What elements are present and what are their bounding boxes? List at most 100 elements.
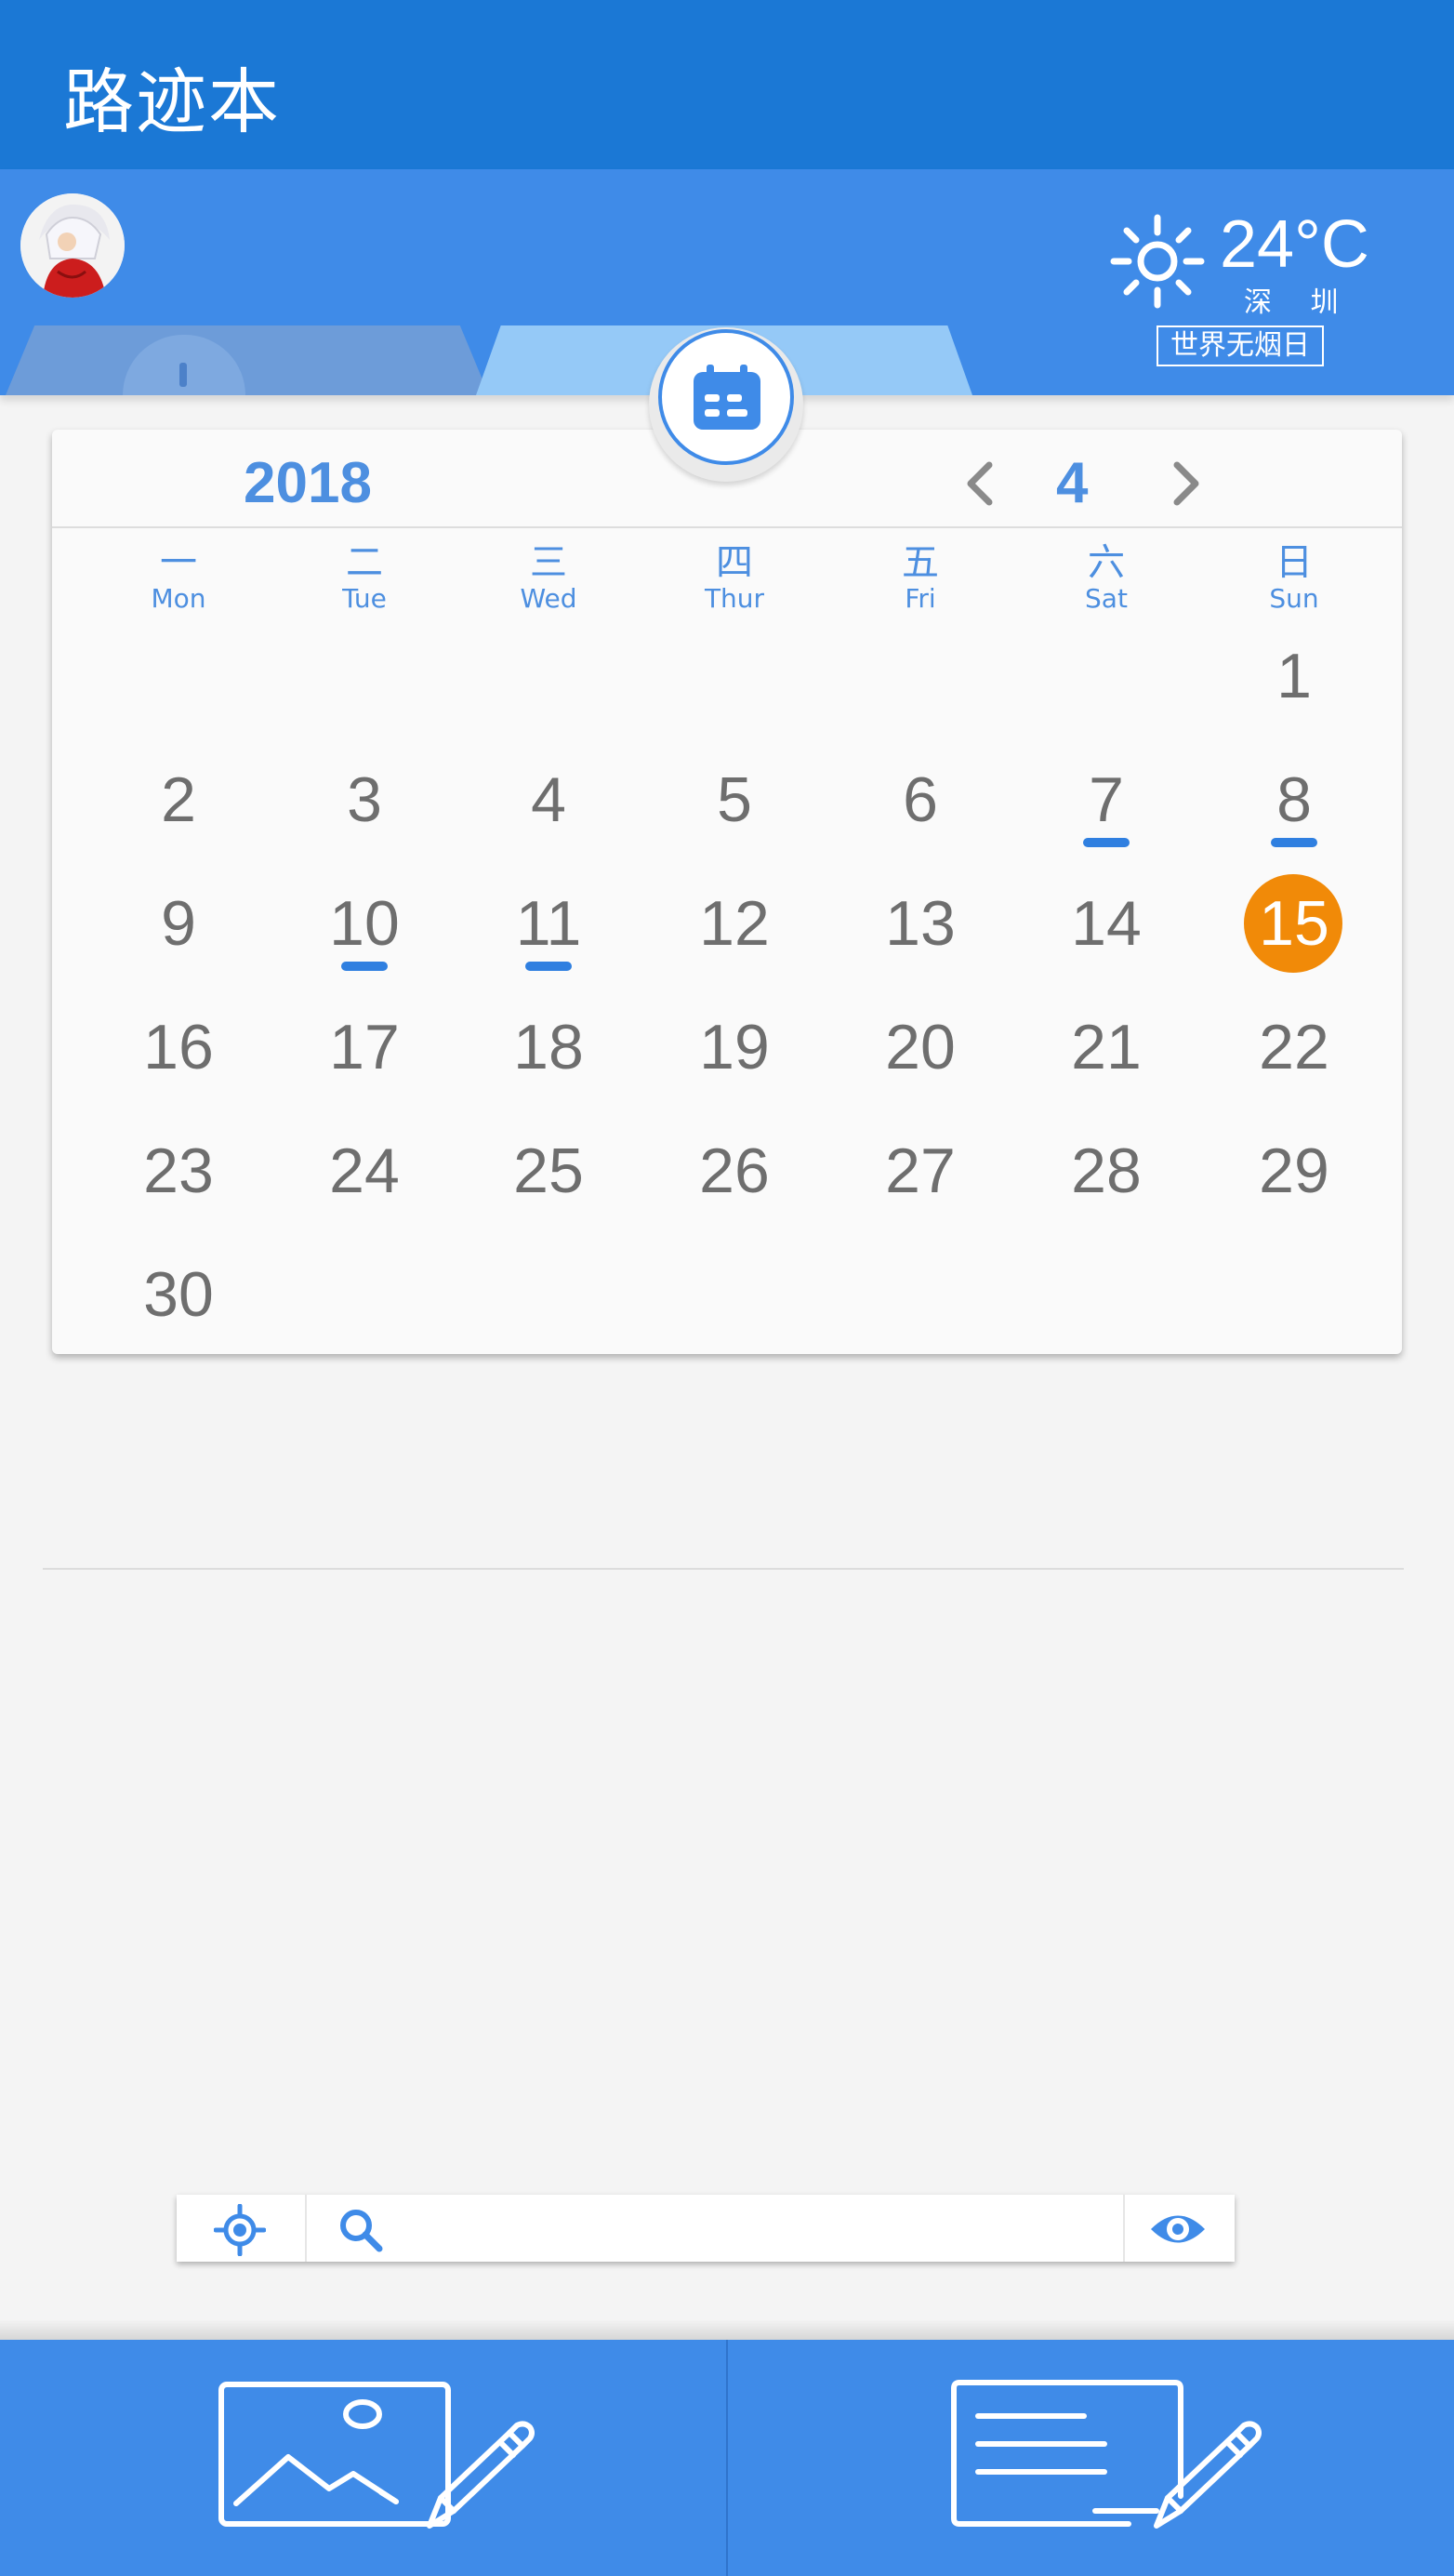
day-cell[interactable]: 14	[1041, 872, 1171, 975]
weekday-cn-label: 三	[530, 541, 567, 584]
day-cell[interactable]: 25	[483, 1120, 614, 1222]
day-cell[interactable]: 5	[669, 749, 800, 851]
weekday-en-label: Sat	[1085, 583, 1128, 614]
day-number: 22	[1259, 1012, 1329, 1082]
weekday-cn-label: 一	[160, 541, 197, 584]
day-cell[interactable]: 17	[299, 996, 430, 1098]
day-entry-marker	[1083, 838, 1130, 847]
weekday-cn-label: 五	[902, 541, 939, 584]
search-separator	[305, 2195, 307, 2262]
calendar-button[interactable]	[658, 329, 794, 465]
search-separator	[1123, 2195, 1125, 2262]
day-cell[interactable]: 4	[483, 749, 614, 851]
day-cell[interactable]: 16	[113, 996, 244, 1098]
weekday-en-label: Mon	[151, 583, 206, 614]
weekday-cn-label: 六	[1088, 541, 1125, 584]
day-cell[interactable]: 8	[1229, 749, 1359, 851]
day-cell[interactable]: 27	[855, 1120, 985, 1222]
year-label[interactable]: 2018	[244, 450, 372, 516]
day-number: 8	[1276, 764, 1312, 835]
day-cell[interactable]: 10	[299, 872, 430, 975]
day-cell[interactable]: 19	[669, 996, 800, 1098]
day-cell[interactable]: 24	[299, 1120, 430, 1222]
weekday-sun: 日 Sun	[1229, 541, 1359, 614]
day-number: 15	[1259, 888, 1329, 959]
bottom-bar-shadow	[0, 2319, 1454, 2340]
day-number: 7	[1089, 764, 1124, 835]
weekday-tue: 二 Tue	[299, 541, 430, 614]
event-badge: 世界无烟日	[1157, 325, 1324, 366]
chevron-left-icon[interactable]	[954, 456, 1010, 511]
day-number: 27	[885, 1135, 956, 1206]
weekday-mon: 一 Mon	[113, 541, 244, 614]
day-cell[interactable]: 20	[855, 996, 985, 1098]
day-entry-marker	[341, 962, 388, 971]
locate-icon[interactable]	[214, 2204, 266, 2256]
day-cell[interactable]: 9	[113, 872, 244, 975]
day-number: 23	[143, 1135, 214, 1206]
day-number: 10	[329, 888, 400, 959]
temperature-label: 24°C	[1220, 207, 1369, 282]
day-number: 12	[699, 888, 770, 959]
day-cell[interactable]: 26	[669, 1120, 800, 1222]
day-number: 6	[903, 764, 938, 835]
tab-map[interactable]	[6, 325, 489, 395]
weekday-wed: 三 Wed	[483, 541, 614, 614]
month-label[interactable]: 4	[1056, 450, 1088, 516]
search-icon	[340, 2210, 383, 2252]
day-cell[interactable]: 1	[1229, 625, 1359, 727]
day-cell[interactable]: 28	[1041, 1120, 1171, 1222]
day-number: 1	[1276, 641, 1312, 711]
day-cell[interactable]: 13	[855, 872, 985, 975]
bottom-bar-divider	[726, 2340, 728, 2576]
day-number: 2	[161, 764, 196, 835]
day-number: 19	[699, 1012, 770, 1082]
day-cell[interactable]: 3	[299, 749, 430, 851]
weekday-header: 一 Mon 二 Tue 三 Wed 四 Thur 五 Fri 六 Sat 日 Sun	[52, 541, 1402, 625]
weekday-sat: 六 Sat	[1041, 541, 1171, 614]
day-number: 30	[143, 1259, 214, 1330]
day-number: 29	[1259, 1135, 1329, 1206]
weekday-en-label: Sun	[1269, 583, 1319, 614]
day-number: 20	[885, 1012, 956, 1082]
day-entry-marker	[1271, 838, 1317, 847]
app-title: 路迹本	[63, 60, 281, 143]
sun-icon	[1110, 214, 1205, 309]
city-label: 深 圳	[1244, 286, 1354, 319]
day-number: 24	[329, 1135, 400, 1206]
day-number: 5	[717, 764, 752, 835]
day-number: 28	[1071, 1135, 1142, 1206]
search-input[interactable]	[400, 2202, 1106, 2254]
top-app-bar: 路迹本	[0, 0, 1454, 169]
day-cell[interactable]: 12	[669, 872, 800, 975]
calendar-card: 2018 4 一 Mon 二 Tue 三 Wed 四 Thur 五 Fri 六 Sat 日 Sun 123…	[52, 430, 1402, 1354]
day-cell[interactable]: 2	[113, 749, 244, 851]
day-grid: 1 2 3 4 5 6 7 8 9 10 11 12 13 14 15 16 17 18 19 20 21 22 23 24 2…	[52, 625, 1402, 1350]
day-cell-today[interactable]: 15	[1229, 872, 1359, 975]
day-cell[interactable]: 22	[1229, 996, 1359, 1098]
weekday-en-label: Tue	[342, 583, 387, 614]
day-cell[interactable]: 23	[113, 1120, 244, 1222]
day-cell[interactable]: 7	[1041, 749, 1171, 851]
photo-note-icon[interactable]	[214, 2371, 549, 2539]
day-number: 9	[161, 888, 196, 959]
user-avatar[interactable]	[20, 193, 125, 298]
day-number: 16	[143, 1012, 214, 1082]
weekday-cn-label: 日	[1276, 541, 1313, 584]
eye-icon[interactable]	[1147, 2204, 1209, 2254]
day-cell[interactable]: 6	[855, 749, 985, 851]
text-note-icon[interactable]	[946, 2371, 1281, 2539]
day-cell[interactable]: 29	[1229, 1120, 1359, 1222]
weekday-en-label: Wed	[520, 583, 577, 614]
calendar-icon	[694, 365, 760, 430]
day-cell[interactable]: 21	[1041, 996, 1171, 1098]
weekday-fri: 五 Fri	[855, 541, 985, 614]
day-number: 18	[513, 1012, 584, 1082]
weekday-thur: 四 Thur	[669, 541, 800, 614]
day-cell[interactable]: 18	[483, 996, 614, 1098]
chevron-right-icon[interactable]	[1157, 456, 1212, 511]
day-number: 25	[513, 1135, 584, 1206]
day-number: 17	[329, 1012, 400, 1082]
day-cell[interactable]: 30	[113, 1243, 244, 1346]
day-cell[interactable]: 11	[483, 872, 614, 975]
